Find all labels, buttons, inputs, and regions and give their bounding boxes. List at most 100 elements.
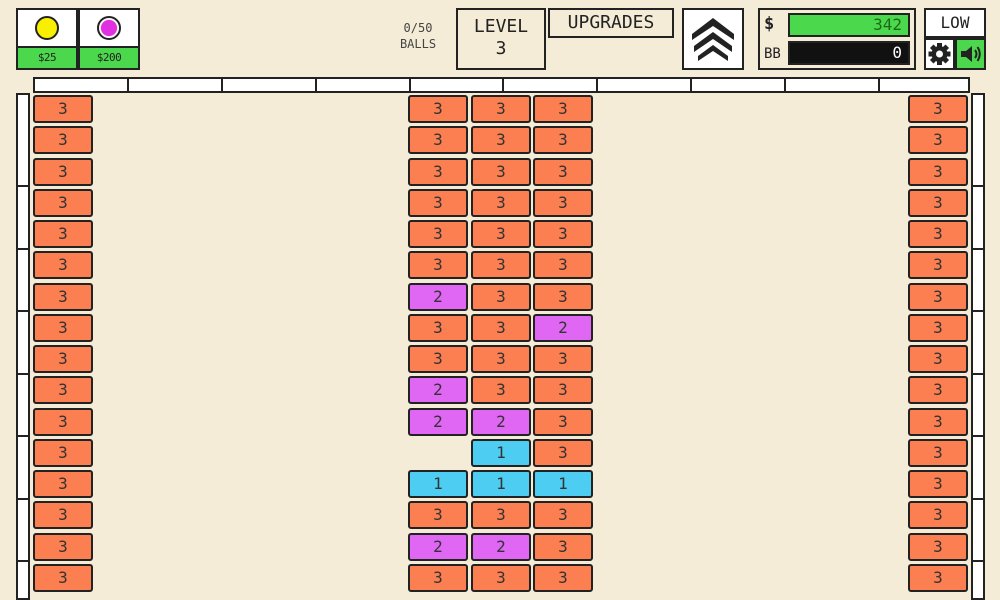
brick: 3 (408, 157, 468, 186)
brick: 3 (908, 251, 968, 280)
prestige-button[interactable] (682, 8, 744, 70)
brick: 3 (33, 282, 93, 311)
price-label: $25 (18, 46, 76, 68)
wall-tick (18, 560, 28, 562)
brick: 3 (471, 188, 531, 217)
brick: 3 (33, 438, 93, 467)
brick: 2 (408, 532, 468, 561)
brick: 3 (33, 95, 93, 123)
top-wall-segment (784, 77, 880, 93)
brick: 3 (908, 376, 968, 405)
speaker-icon (961, 46, 981, 62)
brick: 3 (33, 532, 93, 561)
brick: 2 (471, 532, 531, 561)
brick: 1 (408, 470, 468, 498)
shop-magenta-ball-button[interactable]: $200 (78, 8, 140, 70)
brick: 3 (533, 188, 593, 217)
brick: 3 (471, 157, 531, 186)
brick: 3 (533, 407, 593, 436)
brick: 2 (533, 313, 593, 342)
wall-tick (973, 498, 983, 500)
shop-yellow-ball-button[interactable]: $25 (16, 8, 78, 70)
top-wall-segment (409, 77, 504, 93)
brick: 3 (908, 438, 968, 467)
brick: 3 (533, 438, 593, 467)
level-display: LEVEL 3 (456, 8, 546, 70)
brick: 1 (471, 470, 531, 498)
dollar-label: $ (764, 14, 775, 34)
brick: 3 (408, 501, 468, 530)
brick: 3 (908, 157, 968, 186)
brick: 3 (471, 563, 531, 592)
brick: 3 (33, 376, 93, 405)
brick: 3 (471, 251, 531, 280)
brick: 3 (908, 282, 968, 311)
yellow-ball-icon (35, 16, 59, 40)
brick: 3 (533, 345, 593, 373)
settings-button[interactable] (924, 38, 955, 70)
money-panel: $ 342 BB 0 (758, 8, 916, 70)
brick: 3 (533, 251, 593, 280)
brick: 2 (408, 407, 468, 436)
brick: 1 (533, 470, 593, 498)
brick: 3 (33, 157, 93, 186)
brick: 2 (471, 407, 531, 436)
sound-button[interactable] (955, 38, 986, 70)
brick: 3 (908, 407, 968, 436)
upgrades-button[interactable]: UPGRADES (548, 8, 674, 38)
top-wall-segment (221, 77, 317, 93)
brick: 3 (408, 95, 468, 123)
brick: 3 (408, 126, 468, 155)
bb-label: BB (764, 46, 781, 62)
price-label: $200 (80, 46, 138, 68)
wall-tick (973, 435, 983, 437)
brick: 3 (908, 126, 968, 155)
bb-value: 0 (788, 41, 910, 65)
wall-tick (18, 185, 28, 187)
wall-tick (18, 310, 28, 312)
brick: 3 (471, 313, 531, 342)
brick: 3 (471, 95, 531, 123)
wall-tick (973, 560, 983, 562)
wall-tick (18, 498, 28, 500)
left-wall (16, 93, 30, 600)
brick: 3 (408, 220, 468, 248)
brick: 3 (33, 251, 93, 280)
brick: 3 (408, 345, 468, 373)
brick: 3 (33, 126, 93, 155)
gear-icon (928, 43, 951, 65)
quality-toggle-button[interactable]: LOW (924, 8, 986, 38)
brick: 3 (408, 563, 468, 592)
brick: 3 (908, 563, 968, 592)
brick: 3 (908, 95, 968, 123)
brick: 3 (908, 345, 968, 373)
brick: 3 (908, 188, 968, 217)
brick: 2 (408, 282, 468, 311)
brick: 3 (533, 376, 593, 405)
level-label: LEVEL (473, 16, 529, 37)
brick: 1 (471, 438, 531, 467)
wall-tick (973, 248, 983, 250)
brick: 3 (33, 313, 93, 342)
top-wall-segment (596, 77, 692, 93)
top-wall-segment (315, 77, 411, 93)
brick: 3 (471, 282, 531, 311)
brick: 3 (471, 345, 531, 373)
brick: 3 (33, 188, 93, 217)
brick: 3 (533, 532, 593, 561)
top-wall-segment (502, 77, 598, 93)
wall-tick (18, 435, 28, 437)
wall-tick (973, 373, 983, 375)
brick: 3 (908, 220, 968, 248)
level-number: 3 (495, 38, 507, 59)
brick: 3 (33, 563, 93, 592)
top-wall-segment (33, 77, 129, 93)
brick: 3 (408, 188, 468, 217)
balls-count: 0/50 (403, 21, 433, 35)
brick: 3 (33, 470, 93, 498)
brick: 3 (471, 126, 531, 155)
brick: 3 (33, 345, 93, 373)
wall-tick (973, 185, 983, 187)
brick: 3 (533, 282, 593, 311)
wall-tick (18, 373, 28, 375)
